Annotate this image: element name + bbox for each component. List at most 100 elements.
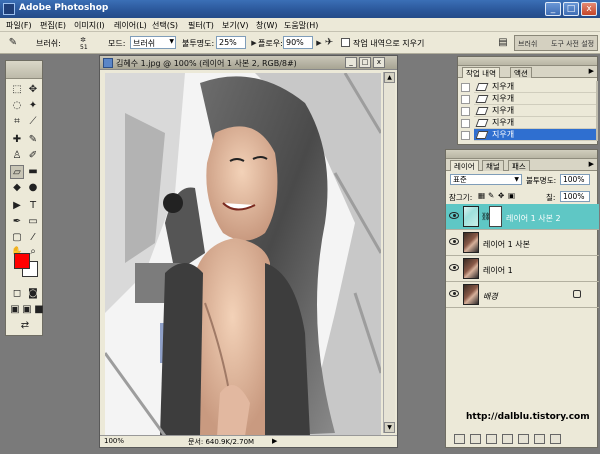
- doc-maximize-button[interactable]: □: [359, 57, 371, 68]
- eraser-preset-icon[interactable]: ✎: [6, 36, 20, 50]
- history-item[interactable]: 지우개: [474, 93, 598, 105]
- menu-select[interactable]: 선택(S): [152, 20, 178, 31]
- doc-close-button[interactable]: x: [373, 57, 385, 68]
- lock-all-icon[interactable]: ▣: [508, 191, 515, 200]
- healing-brush-icon[interactable]: ✚: [10, 133, 24, 147]
- notes-tool-icon[interactable]: ▢: [10, 231, 24, 245]
- shape-tool-icon[interactable]: ▭: [26, 215, 40, 229]
- tab-layers[interactable]: 레이어: [450, 160, 479, 171]
- eyedropper-icon[interactable]: ⁄: [26, 231, 40, 245]
- history-source-checkbox[interactable]: [461, 95, 470, 104]
- tab-actions[interactable]: 액션: [510, 67, 532, 78]
- dodge-tool-icon[interactable]: ●: [26, 181, 40, 195]
- scroll-down-icon[interactable]: ▼: [384, 422, 395, 433]
- menu-help[interactable]: 도움말(H): [284, 20, 318, 31]
- layer-row-selected[interactable]: ⛓ 레이어 1 사본 2: [446, 204, 599, 230]
- close-button[interactable]: x: [581, 2, 597, 16]
- path-select-icon[interactable]: ▶: [10, 199, 24, 213]
- menu-layer[interactable]: 레이어(L): [114, 20, 147, 31]
- crop-tool-icon[interactable]: ⌗: [10, 115, 24, 129]
- quickmask-mode-icon[interactable]: ◙: [26, 287, 40, 301]
- layer-row[interactable]: 배경: [446, 282, 599, 308]
- layer-row[interactable]: 레이어 1 사본: [446, 230, 599, 256]
- scroll-up-icon[interactable]: ▲: [384, 72, 395, 83]
- move-tool-icon[interactable]: ✥: [26, 83, 40, 97]
- adjustment-layer-icon[interactable]: [518, 434, 529, 444]
- history-item[interactable]: 지우개: [474, 81, 598, 93]
- lock-position-icon[interactable]: ✥: [498, 191, 504, 200]
- panel-menu-arrow-icon[interactable]: ▶: [589, 160, 594, 168]
- tab-paths[interactable]: 패스: [508, 160, 530, 171]
- status-menu-arrow-icon[interactable]: ▶: [272, 437, 277, 445]
- layer-opacity-input[interactable]: 100%: [560, 174, 590, 185]
- menu-image[interactable]: 이미지(I): [74, 20, 105, 31]
- pen-tool-icon[interactable]: ✒: [10, 215, 24, 229]
- layers-panel-header[interactable]: [446, 150, 597, 159]
- menu-filter[interactable]: 필터(T): [188, 20, 214, 31]
- menu-file[interactable]: 파일(F): [6, 20, 32, 31]
- history-item[interactable]: 지우개: [474, 117, 598, 129]
- image-canvas[interactable]: [105, 73, 381, 436]
- history-scrollbar[interactable]: [596, 81, 598, 141]
- palette-well-brushes[interactable]: 브러쉬: [518, 39, 537, 49]
- tab-history[interactable]: 작업 내역: [462, 67, 500, 78]
- menu-view[interactable]: 보기(V): [222, 20, 248, 31]
- magic-wand-icon[interactable]: ✦: [26, 99, 40, 113]
- eye-icon[interactable]: [449, 238, 459, 245]
- layer-mask-thumbnail[interactable]: [489, 206, 502, 227]
- history-panel-header[interactable]: [458, 57, 597, 66]
- lasso-tool-icon[interactable]: ◌: [10, 99, 24, 113]
- document-size[interactable]: 문서: 640.9K/2.70M: [188, 437, 254, 447]
- standard-mode-icon[interactable]: ◻: [10, 287, 24, 301]
- flow-input[interactable]: 90%: [283, 36, 313, 49]
- file-browser-icon[interactable]: ▤: [496, 36, 510, 50]
- panel-menu-arrow-icon[interactable]: ▶: [589, 67, 594, 75]
- history-source-checkbox[interactable]: [461, 107, 470, 116]
- palette-well[interactable]: 브러쉬 도구 사전 설정: [514, 35, 598, 51]
- type-tool-icon[interactable]: T: [26, 199, 40, 213]
- mode-select[interactable]: 브러쉬 ▼: [130, 36, 176, 49]
- layer-row[interactable]: 레이어 1: [446, 256, 599, 282]
- document-titlebar[interactable]: 김혜수 1.jpg @ 100% (레이어 1 사본 2, RGB/8#) _ …: [100, 56, 397, 70]
- doc-minimize-button[interactable]: _: [345, 57, 357, 68]
- link-layers-icon[interactable]: [454, 434, 465, 444]
- menu-window[interactable]: 창(W): [256, 20, 278, 31]
- add-mask-icon[interactable]: [486, 434, 497, 444]
- new-layer-icon[interactable]: [534, 434, 545, 444]
- history-item-selected[interactable]: 지우개: [474, 129, 598, 141]
- eraser-tool-icon[interactable]: ▱: [10, 165, 24, 179]
- history-brush-icon[interactable]: ✐: [26, 149, 40, 163]
- lock-transparent-icon[interactable]: ▦: [478, 191, 485, 200]
- palette-well-presets[interactable]: 도구 사전 설정: [551, 39, 594, 49]
- trash-icon[interactable]: [550, 434, 561, 444]
- opacity-input[interactable]: 25%: [216, 36, 246, 49]
- history-source-checkbox[interactable]: [461, 83, 470, 92]
- history-source-checkbox[interactable]: [461, 119, 470, 128]
- eye-icon[interactable]: [449, 212, 459, 219]
- zoom-level[interactable]: 100%: [104, 437, 124, 445]
- tab-channels[interactable]: 채널: [482, 160, 504, 171]
- toolbox-header[interactable]: [6, 61, 42, 79]
- imageready-jump-icon[interactable]: ⇄: [14, 319, 36, 333]
- airbrush-icon[interactable]: ✈: [322, 36, 336, 50]
- history-erase-checkbox[interactable]: [341, 38, 350, 47]
- screen-mode-full-icon[interactable]: ■: [32, 303, 46, 317]
- history-item[interactable]: 지우개: [474, 105, 598, 117]
- fill-input[interactable]: 100%: [560, 191, 590, 202]
- menu-edit[interactable]: 편집(E): [40, 20, 66, 31]
- new-group-icon[interactable]: [502, 434, 513, 444]
- document-vertical-scrollbar[interactable]: ▲ ▼: [383, 72, 395, 433]
- blur-tool-icon[interactable]: ◆: [10, 181, 24, 195]
- history-source-checkbox[interactable]: [461, 131, 470, 140]
- blend-mode-select[interactable]: 표준 ▼: [450, 174, 522, 185]
- brush-tool-icon[interactable]: ✎: [26, 133, 40, 147]
- marquee-tool-icon[interactable]: ⬚: [10, 83, 24, 97]
- minimize-button[interactable]: _: [545, 2, 561, 16]
- clone-stamp-icon[interactable]: ♙: [10, 149, 24, 163]
- gradient-tool-icon[interactable]: ▬: [26, 165, 40, 179]
- lock-pixels-icon[interactable]: ✎: [488, 191, 494, 200]
- layer-style-icon[interactable]: [470, 434, 481, 444]
- maximize-button[interactable]: □: [563, 2, 579, 16]
- eye-icon[interactable]: [449, 264, 459, 271]
- foreground-color-swatch[interactable]: [14, 253, 30, 269]
